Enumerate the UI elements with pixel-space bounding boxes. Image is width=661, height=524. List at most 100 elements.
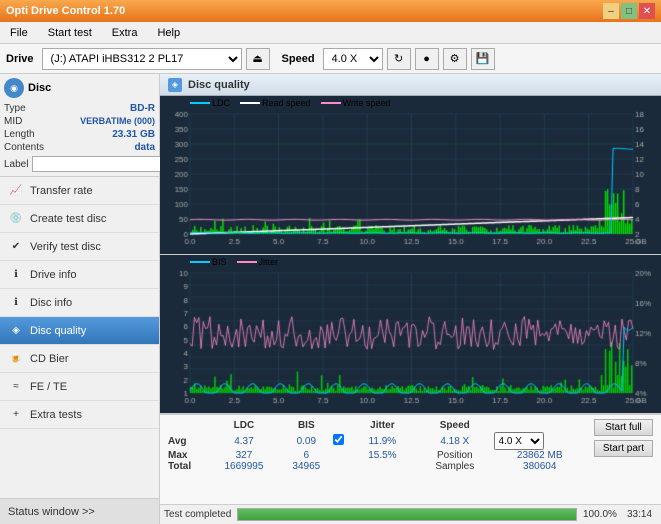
col-header-bis: BIS [280,419,333,432]
app-title: Opti Drive Control 1.70 [6,5,125,17]
legend-ldc-label: LDC [212,98,230,108]
disc-label-row: Label ✏ [4,156,155,172]
disc-quality-header-icon: ◈ [168,78,182,92]
status-window-button[interactable]: Status window >> [0,498,159,524]
disc-fields: Type BD-R MID VERBATIMe (000) Length 23.… [4,102,155,172]
col-header-speed: Speed [416,419,494,432]
verify-test-disc-icon: ✔ [8,239,24,255]
speed-label: Speed [282,53,315,65]
nav-label-extra-tests: Extra tests [30,409,82,421]
menu-start-test[interactable]: Start test [42,25,98,41]
progress-time: 33:14 [627,509,657,520]
total-ldc: 1669995 [208,461,280,472]
drive-info-icon: ℹ [8,267,24,283]
drive-select[interactable]: (J:) ATAPI iHBS312 2 PL17 [42,48,242,70]
chart-title: Disc quality [188,79,250,91]
sidebar-item-extra-tests[interactable]: + Extra tests [0,401,159,429]
max-ldc: 327 [208,450,280,461]
sidebar-item-drive-info[interactable]: ℹ Drive info [0,261,159,289]
menu-extra[interactable]: Extra [106,25,144,41]
nav-label-cd-bier: CD Bier [30,353,69,365]
max-bis: 6 [280,450,333,461]
nav-label-drive-info: Drive info [30,269,76,281]
samples-label: Samples [416,461,494,472]
settings-button[interactable]: ⚙ [443,48,467,70]
nav-buttons: 📈 Transfer rate 💿 Create test disc ✔ Ver… [0,177,159,498]
jitter-checkbox[interactable] [333,434,344,445]
transfer-rate-icon: 📈 [8,183,24,199]
type-label: Type [4,103,26,114]
speed-select[interactable]: 4.0 X 2.0 X 1.0 X [323,48,383,70]
sidebar-item-fe-te[interactable]: ≈ FE / TE [0,373,159,401]
upper-chart-legend: LDC Read speed Write speed [190,98,390,108]
progress-bar-fill [238,509,576,520]
disc-section-title: Disc [28,82,51,94]
menu-bar: File Start test Extra Help [0,22,661,44]
mid-label: MID [4,116,22,127]
window-controls: – □ ✕ [603,3,655,19]
start-part-button[interactable]: Start part [594,440,653,457]
close-button[interactable]: ✕ [639,3,655,19]
sidebar-item-create-test-disc[interactable]: 💿 Create test disc [0,205,159,233]
legend-jitter-label: Jitter [259,257,279,267]
create-test-disc-icon: 💿 [8,211,24,227]
upper-chart-canvas [160,96,661,254]
row-label-avg: Avg [168,432,208,450]
progress-bar-outer [237,508,577,521]
nav-label-verify-test-disc: Verify test disc [30,241,101,253]
sidebar-item-cd-bier[interactable]: 🍺 CD Bier [0,345,159,373]
avg-speed: 4.18 X [416,432,494,450]
nav-label-transfer-rate: Transfer rate [30,185,93,197]
menu-file[interactable]: File [4,25,34,41]
nav-label-fe-te: FE / TE [30,381,67,393]
eject-button[interactable]: ⏏ [246,48,270,70]
legend-ldc: LDC [190,98,230,108]
sidebar-item-verify-test-disc[interactable]: ✔ Verify test disc [0,233,159,261]
stats-table: LDC BIS Jitter Speed Avg 4.37 0 [168,419,586,472]
legend-bis-label: BIS [212,257,227,267]
label-input[interactable] [32,156,170,172]
refresh-button[interactable]: ↻ [387,48,411,70]
cd-bier-icon: 🍺 [8,351,24,367]
extra-tests-icon: + [8,407,24,423]
speed-select-stats[interactable]: 4.0 X [494,432,544,450]
bottom-bar: Test completed 100.0% 33:14 [160,504,661,524]
sidebar-item-disc-quality[interactable]: ◈ Disc quality [0,317,159,345]
sidebar-item-disc-info[interactable]: ℹ Disc info [0,289,159,317]
disc-info-icon: ℹ [8,295,24,311]
nav-label-disc-quality: Disc quality [30,325,86,337]
legend-read-speed: Read speed [240,98,311,108]
lower-chart-legend: BIS Jitter [190,257,278,267]
row-label-max: Max [168,450,208,461]
burn-button[interactable]: ● [415,48,439,70]
title-bar: Opti Drive Control 1.70 – □ ✕ [0,0,661,22]
status-window-label: Status window >> [8,506,95,518]
save-button[interactable]: 💾 [471,48,495,70]
disc-info-section: ◉ Disc Type BD-R MID VERBATIMe (000) Len… [0,74,159,177]
nav-label-create-test-disc: Create test disc [30,213,106,225]
contents-value: data [134,142,155,153]
col-header-ldc: LDC [208,419,280,432]
menu-help[interactable]: Help [151,25,186,41]
legend-write-speed-label: Write speed [343,98,391,108]
drive-label: Drive [6,53,34,65]
mid-value: VERBATIMe (000) [80,116,155,127]
position-value: 23862 MB [494,450,586,461]
samples-value: 380604 [494,461,586,472]
right-panel: ◈ Disc quality LDC Read speed [160,74,661,524]
sidebar-item-transfer-rate[interactable]: 📈 Transfer rate [0,177,159,205]
length-label: Length [4,129,35,140]
nav-label-disc-info: Disc info [30,297,72,309]
legend-write-speed-color [321,102,341,104]
minimize-button[interactable]: – [603,3,619,19]
legend-bis: BIS [190,257,227,267]
max-jitter: 15.5% [349,450,416,461]
action-buttons: Start full Start part [590,419,653,472]
start-full-button[interactable]: Start full [594,419,653,436]
toolbar: Drive (J:) ATAPI iHBS312 2 PL17 ⏏ Speed … [0,44,661,74]
legend-write-speed: Write speed [321,98,391,108]
legend-read-speed-label: Read speed [262,98,311,108]
disc-type-row: Type BD-R [4,102,155,115]
maximize-button[interactable]: □ [621,3,637,19]
lower-chart: BIS Jitter [160,255,661,414]
